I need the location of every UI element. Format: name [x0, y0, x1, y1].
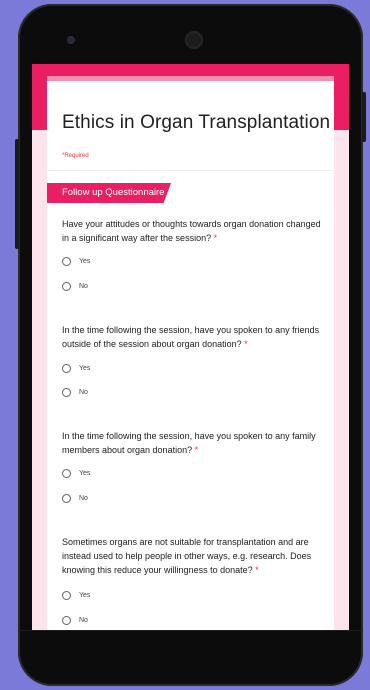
question-4-option-no[interactable]: No: [62, 614, 88, 626]
option-label: No: [79, 616, 88, 624]
card-top-accent: [47, 76, 334, 81]
form-card: Ethics in Organ Transplantation *Require…: [47, 76, 334, 630]
question-4-option-yes[interactable]: Yes: [62, 589, 90, 601]
question-3-option-yes[interactable]: Yes: [62, 467, 90, 479]
question-1-option-yes[interactable]: Yes: [62, 255, 90, 267]
front-camera-icon: [67, 36, 75, 44]
question-2: In the time following the session, have …: [62, 323, 322, 351]
question-1-text: Have your attitudes or thoughts towards …: [62, 219, 321, 243]
radio-icon[interactable]: [62, 387, 71, 397]
required-mark: *: [244, 339, 248, 349]
required-note: *Required: [62, 153, 89, 159]
radio-icon[interactable]: [62, 363, 71, 373]
question-1-option-no[interactable]: No: [62, 280, 88, 292]
required-mark: *: [255, 565, 259, 575]
radio-icon[interactable]: [62, 615, 71, 625]
option-label: No: [79, 282, 88, 290]
question-2-text: In the time following the session, have …: [62, 325, 320, 349]
section-header: Follow up Questionnaire: [47, 183, 171, 203]
option-label: Yes: [79, 257, 91, 265]
screen: Ethics in Organ Transplantation *Require…: [32, 64, 349, 630]
question-2-option-no[interactable]: No: [62, 386, 88, 398]
radio-icon[interactable]: [62, 493, 71, 503]
sensor-icon: [185, 31, 203, 49]
required-mark: *: [213, 233, 218, 243]
side-button-right: [362, 92, 366, 142]
phone-chin: [18, 630, 363, 631]
question-4-text: Sometimes organs are not suitable for tr…: [62, 537, 312, 575]
question-3-text: In the time following the session, have …: [62, 431, 316, 455]
form-title: Ethics in Organ Transplantation: [62, 112, 331, 133]
radio-icon[interactable]: [62, 590, 71, 600]
option-label: No: [79, 494, 88, 502]
radio-icon[interactable]: [62, 256, 71, 266]
question-3-option-no[interactable]: No: [62, 492, 88, 504]
phone-frame: Ethics in Organ Transplantation *Require…: [15, 4, 366, 686]
radio-icon[interactable]: [62, 281, 71, 291]
divider: [47, 170, 334, 171]
option-label: Yes: [79, 591, 91, 599]
required-mark: *: [194, 445, 199, 455]
option-label: Yes: [79, 469, 91, 477]
question-3: In the time following the session, have …: [62, 429, 322, 457]
radio-icon[interactable]: [62, 468, 71, 478]
question-4: Sometimes organs are not suitable for tr…: [62, 535, 322, 577]
option-label: No: [79, 388, 88, 396]
option-label: Yes: [79, 364, 91, 372]
question-2-option-yes[interactable]: Yes: [62, 362, 90, 374]
side-button-left: [15, 139, 19, 249]
question-1: Have your attitudes or thoughts towards …: [62, 217, 322, 245]
